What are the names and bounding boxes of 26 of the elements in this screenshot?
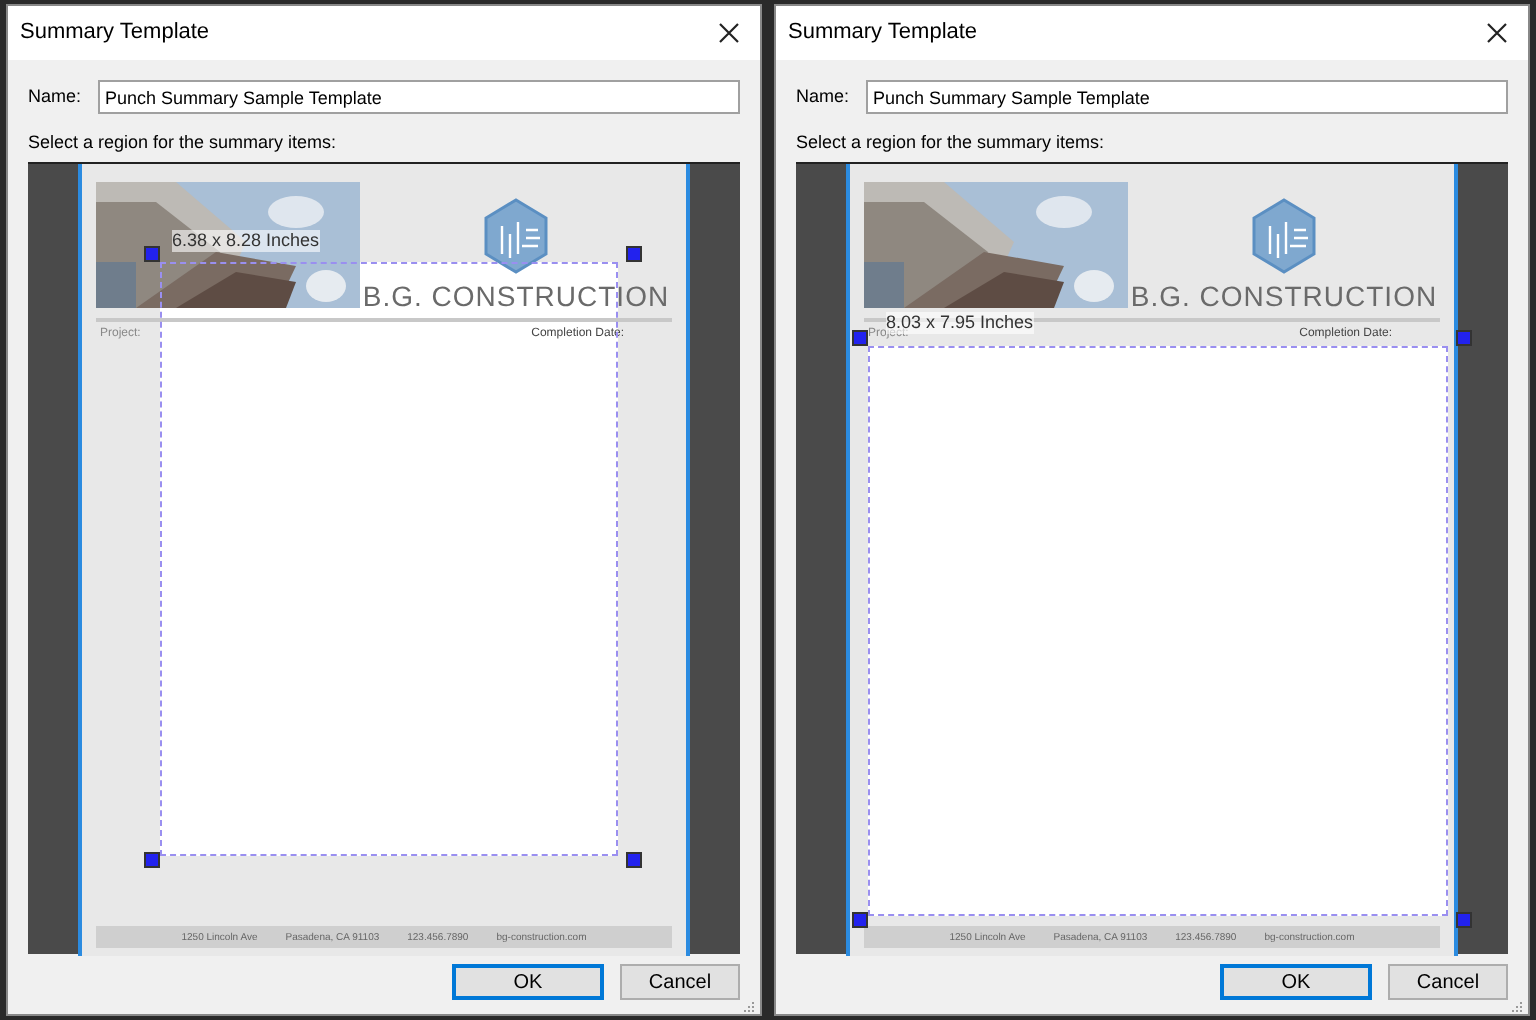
window-title: Summary Template (20, 18, 210, 49)
resize-handle[interactable] (144, 246, 160, 262)
close-icon[interactable] (718, 22, 740, 44)
resize-handle[interactable] (144, 852, 160, 868)
resize-handle[interactable] (626, 852, 642, 868)
cancel-button[interactable]: Cancel (1388, 964, 1508, 1000)
resize-handle[interactable] (1456, 330, 1472, 346)
hexagon-logo-icon (1250, 198, 1318, 274)
ok-button[interactable]: OK (1220, 964, 1372, 1000)
company-name: B.G. CONSTRUCTION (1130, 278, 1438, 314)
resize-handle[interactable] (852, 912, 868, 928)
name-label: Name: (28, 83, 82, 110)
window-title: Summary Template (788, 18, 978, 49)
close-icon[interactable] (1486, 22, 1508, 44)
name-field[interactable]: Punch Summary Sample Template (865, 80, 1508, 114)
company-name: B.G. CONSTRUCTION (362, 278, 670, 314)
resize-handle[interactable] (626, 246, 642, 262)
cancel-button[interactable]: Cancel (620, 964, 740, 1000)
resize-handle[interactable] (852, 330, 868, 346)
instruction-text: Select a region for the summary items: (26, 130, 339, 154)
resize-handle[interactable] (1456, 912, 1472, 928)
size-label: 6.38 x 8.28 Inches (172, 230, 320, 252)
ok-button[interactable]: OK (452, 964, 604, 1000)
name-field[interactable]: Punch Summary Sample Template (97, 80, 740, 114)
instruction-text: Select a region for the summary items: (794, 130, 1107, 154)
name-label: Name: (796, 83, 850, 110)
